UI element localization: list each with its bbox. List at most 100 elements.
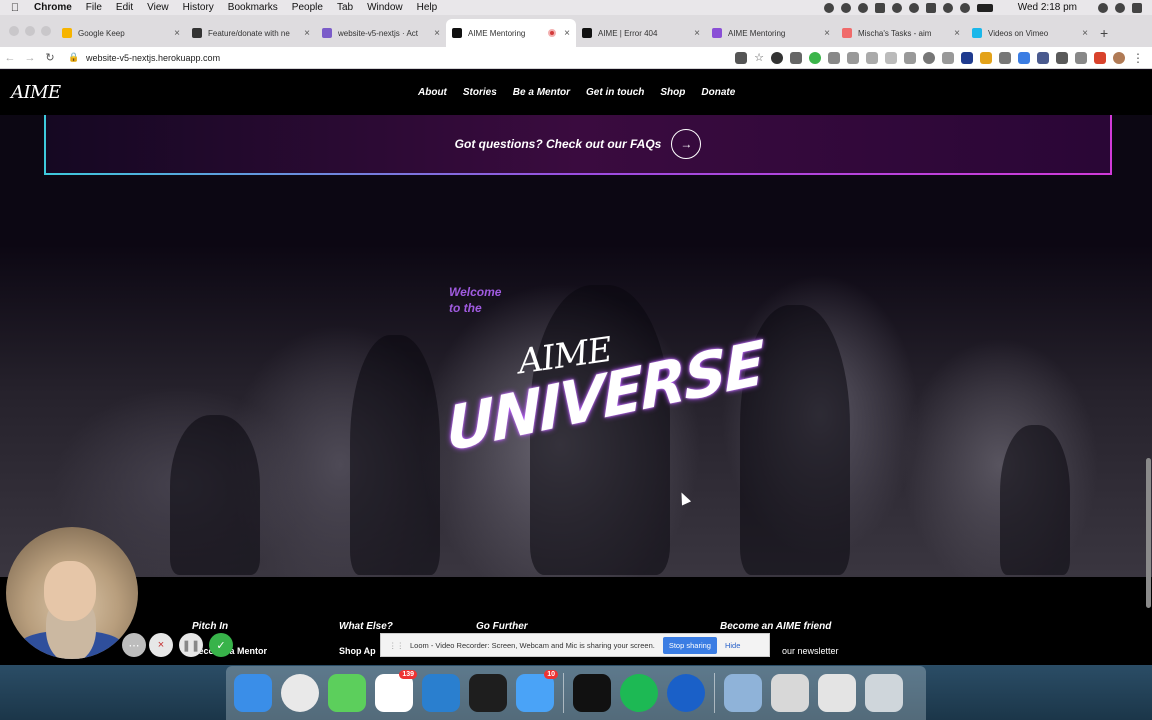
url-input[interactable]: website-v5-nextjs.herokuapp.com bbox=[86, 53, 220, 63]
creative-cloud-icon[interactable] bbox=[857, 2, 868, 13]
slack-icon[interactable]: 139 bbox=[375, 670, 417, 712]
tab-github[interactable]: Feature/donate with ne × bbox=[186, 19, 316, 47]
kebab-menu-icon[interactable]: ⋮ bbox=[1132, 51, 1144, 65]
preview-icon[interactable] bbox=[724, 674, 762, 712]
minimize-window-icon[interactable] bbox=[25, 26, 35, 36]
stop-sharing-button[interactable]: Stop sharing bbox=[662, 636, 717, 654]
extension-1password-icon[interactable] bbox=[771, 51, 783, 64]
loom-tray-icon[interactable] bbox=[942, 2, 953, 13]
close-tab-icon[interactable]: × bbox=[694, 28, 700, 39]
nav-shop[interactable]: Shop bbox=[660, 87, 685, 98]
arrow-right-icon[interactable]: → bbox=[671, 129, 702, 159]
close-tab-icon[interactable]: × bbox=[174, 28, 180, 39]
spotify-icon[interactable] bbox=[620, 674, 658, 712]
screenshot-extension-icon[interactable] bbox=[847, 51, 859, 64]
vscode-icon[interactable] bbox=[422, 674, 460, 712]
shield-icon[interactable] bbox=[908, 2, 919, 13]
clock[interactable]: Wed 2:18 pm bbox=[1018, 2, 1077, 13]
tab-heroku[interactable]: website-v5-nextjs · Act × bbox=[316, 19, 446, 47]
loom-webcam-bubble[interactable] bbox=[6, 527, 138, 659]
extension-icon[interactable] bbox=[904, 51, 916, 64]
nav-donate[interactable]: Donate bbox=[701, 87, 735, 98]
lock-icon[interactable]: 🔒 bbox=[68, 52, 80, 63]
close-tab-icon[interactable]: × bbox=[954, 28, 960, 39]
loom-extension-icon[interactable] bbox=[1018, 51, 1030, 64]
hide-button[interactable]: Hide bbox=[725, 641, 740, 650]
tab-aime-mentoring-2[interactable]: AIME Mentoring × bbox=[706, 19, 836, 47]
battery-icon[interactable] bbox=[976, 3, 993, 12]
tab-aime-error-404[interactable]: AIME | Error 404 × bbox=[576, 19, 706, 47]
new-tab-icon[interactable]: + bbox=[1100, 25, 1108, 41]
page-scrollbar[interactable] bbox=[1146, 458, 1151, 608]
close-window-icon[interactable] bbox=[9, 26, 19, 36]
nav-stories[interactable]: Stories bbox=[463, 87, 497, 98]
notification-center-icon[interactable] bbox=[1132, 2, 1142, 13]
tab-vimeo[interactable]: Videos on Vimeo × bbox=[966, 19, 1094, 47]
figma-icon[interactable] bbox=[469, 674, 507, 712]
close-tab-icon[interactable]: × bbox=[434, 28, 440, 39]
messages-icon[interactable]: 10 bbox=[516, 670, 558, 712]
sync-icon[interactable] bbox=[840, 2, 851, 13]
tab-google-keep[interactable]: Google Keep × bbox=[56, 19, 186, 47]
honey-icon[interactable] bbox=[980, 51, 992, 64]
extension-icon[interactable] bbox=[866, 51, 878, 64]
extension-icon[interactable] bbox=[1094, 51, 1106, 64]
extension-icon[interactable] bbox=[885, 51, 897, 64]
chrome-icon[interactable] bbox=[281, 674, 319, 712]
user-avatar-icon[interactable] bbox=[1115, 2, 1125, 13]
dropbox-icon[interactable] bbox=[874, 2, 885, 13]
menu-file[interactable]: File bbox=[79, 2, 109, 13]
pocket-icon[interactable] bbox=[790, 51, 802, 64]
nav-be-a-mentor[interactable]: Be a Mentor bbox=[513, 87, 570, 98]
profile-avatar-icon[interactable] bbox=[1113, 51, 1125, 64]
1password-icon[interactable] bbox=[667, 674, 705, 712]
back-icon[interactable]: ← bbox=[0, 52, 20, 64]
spotlight-icon[interactable] bbox=[1098, 2, 1108, 13]
close-tab-icon[interactable]: × bbox=[824, 28, 830, 39]
loom-cancel-icon[interactable]: × bbox=[149, 633, 173, 657]
apple-icon[interactable]:  bbox=[0, 2, 30, 14]
menu-view[interactable]: View bbox=[140, 2, 176, 13]
evernote-icon[interactable] bbox=[925, 2, 936, 13]
forward-icon[interactable]: → bbox=[20, 52, 40, 64]
loom-pause-icon[interactable]: ❚❚ bbox=[179, 633, 203, 657]
tab-aime-mentoring-active[interactable]: AIME Mentoring × bbox=[446, 19, 576, 47]
extension-icon[interactable] bbox=[942, 51, 954, 64]
loom-more-icon[interactable]: ⋯ bbox=[122, 633, 146, 657]
screenshot-icon[interactable] bbox=[818, 674, 856, 712]
close-tab-icon[interactable]: × bbox=[304, 28, 310, 39]
document-icon[interactable] bbox=[771, 674, 809, 712]
extension-icon[interactable] bbox=[999, 51, 1011, 64]
tab-asana-tasks[interactable]: Mischa's Tasks - aim × bbox=[836, 19, 966, 47]
extension-icon[interactable] bbox=[923, 51, 935, 64]
finder-icon[interactable] bbox=[234, 674, 272, 712]
menu-app-name[interactable]: Chrome bbox=[30, 2, 79, 13]
terminal-icon[interactable] bbox=[573, 674, 611, 712]
zotero-icon[interactable] bbox=[961, 51, 973, 64]
menu-edit[interactable]: Edit bbox=[109, 2, 140, 13]
trash-icon[interactable] bbox=[865, 674, 903, 712]
faq-banner[interactable]: Got questions? Check out our FAQs → bbox=[44, 115, 1112, 175]
extension-icon[interactable] bbox=[1056, 51, 1068, 64]
menu-people[interactable]: People bbox=[285, 2, 330, 13]
nav-about[interactable]: About bbox=[418, 87, 447, 98]
bookmark-star-icon[interactable]: ☆ bbox=[754, 51, 764, 64]
one-password-tray-icon[interactable] bbox=[891, 2, 902, 13]
menu-history[interactable]: History bbox=[176, 2, 221, 13]
extension-icon[interactable] bbox=[1075, 51, 1087, 64]
loom-finish-check-icon[interactable]: ✓ bbox=[209, 633, 233, 657]
menu-tab[interactable]: Tab bbox=[330, 2, 360, 13]
microphone-icon[interactable] bbox=[823, 2, 834, 13]
menu-help[interactable]: Help bbox=[410, 2, 445, 13]
menu-window[interactable]: Window bbox=[360, 2, 410, 13]
close-tab-icon[interactable]: × bbox=[564, 28, 570, 39]
maximize-window-icon[interactable] bbox=[41, 26, 51, 36]
evernote-extension-icon[interactable] bbox=[809, 51, 821, 64]
drag-handle-icon[interactable]: ⋮⋮ bbox=[389, 641, 404, 650]
nav-get-in-touch[interactable]: Get in touch bbox=[586, 87, 644, 98]
extension-icon[interactable] bbox=[1037, 51, 1049, 64]
menu-bookmarks[interactable]: Bookmarks bbox=[221, 2, 285, 13]
reload-icon[interactable]: ↻ bbox=[40, 51, 60, 64]
camera-icon[interactable] bbox=[735, 51, 748, 64]
facetime-icon[interactable] bbox=[328, 674, 366, 712]
